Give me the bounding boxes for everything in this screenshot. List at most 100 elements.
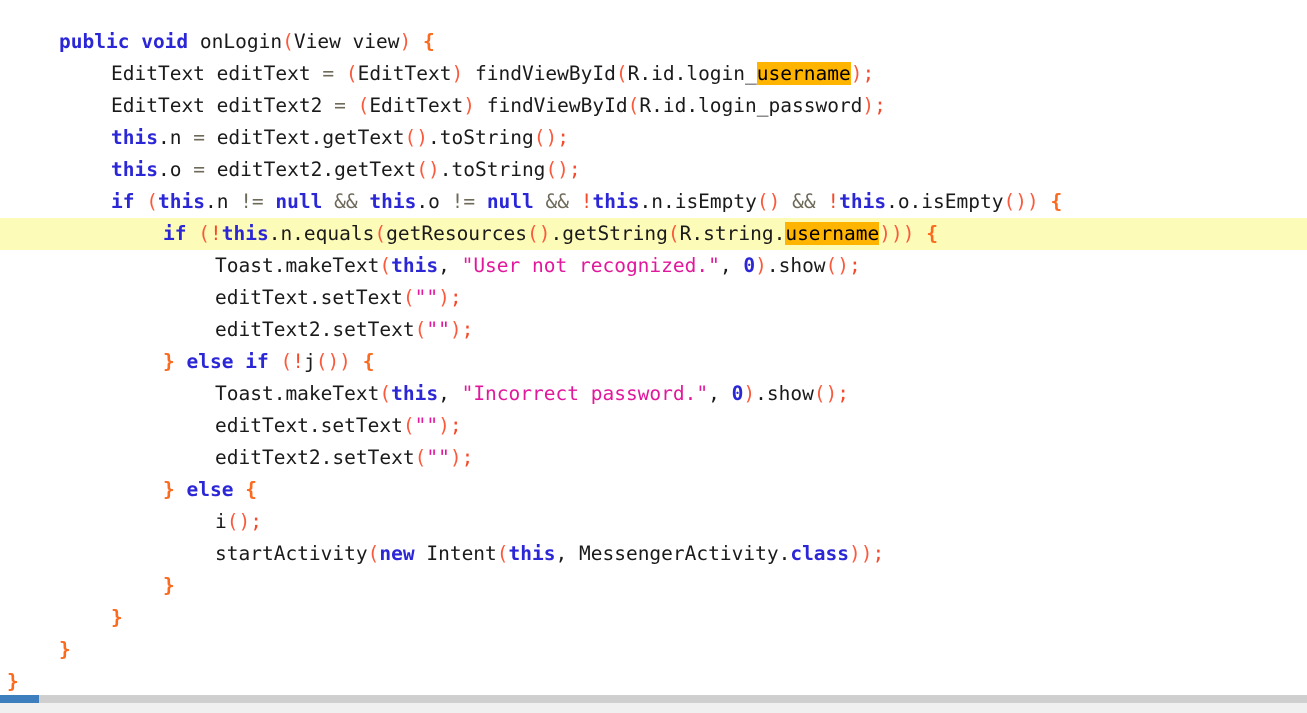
code-line[interactable]: if (!this.n.equals(getResources().getStr…	[0, 218, 1307, 250]
code-line[interactable]: } else if (!j()) {	[0, 346, 1307, 378]
code-line[interactable]: this.o = editText2.getText().toString();	[0, 154, 1307, 186]
code-token: null	[486, 190, 534, 213]
code-line[interactable]: this.n = editText.getText().toString();	[0, 122, 1307, 154]
code-token: ())	[1003, 190, 1039, 213]
code-line[interactable]: }	[0, 634, 1307, 666]
code-token: editText2.setText	[215, 318, 415, 341]
code-token: ()	[527, 222, 551, 245]
code-token: Toast.makeText	[215, 254, 380, 277]
code-line[interactable]: editText.setText("");	[0, 410, 1307, 442]
code-token: null	[275, 190, 323, 213]
code-token: ;	[461, 446, 474, 469]
code-token: this	[391, 254, 439, 277]
code-token: EditText editText	[111, 62, 323, 85]
search-match-token: username	[785, 222, 880, 245]
code-line[interactable]: editText.setText("");	[0, 282, 1307, 314]
code-token: ()	[756, 190, 781, 213]
code-token: ;	[250, 510, 262, 533]
code-token: .n.isEmpty	[639, 190, 757, 213]
code-token: ())	[315, 350, 351, 373]
code-token: onLogin	[199, 30, 283, 53]
code-token: editText2.getText	[204, 158, 417, 181]
code-token: ()	[404, 126, 429, 149]
code-token: public	[59, 30, 130, 53]
code-line[interactable]: startActivity(new Intent(this, Messenger…	[0, 538, 1307, 570]
code-token: ()	[825, 254, 850, 277]
code-token: }	[163, 478, 175, 501]
code-token: }	[7, 670, 19, 693]
code-token: (	[357, 94, 370, 117]
code-token: EditText	[369, 94, 464, 117]
code-token: !	[580, 190, 593, 213]
code-token: )	[399, 30, 412, 53]
code-line[interactable]: editText2.setText("");	[0, 314, 1307, 346]
code-token: (	[280, 350, 293, 373]
code-token: {	[926, 222, 938, 245]
code-line[interactable]: }	[0, 602, 1307, 634]
code-token: !=	[451, 190, 476, 213]
code-line[interactable]: i();	[0, 506, 1307, 538]
code-token: ()	[416, 158, 440, 181]
code-token: )))	[879, 222, 915, 245]
scrollbar-thumb[interactable]	[0, 695, 40, 703]
code-token: ;	[449, 286, 462, 309]
code-line[interactable]: } else {	[0, 474, 1307, 506]
code-line[interactable]: if (this.n != null && this.o != null && …	[0, 186, 1307, 218]
code-line[interactable]: EditText editText = (EditText) findViewB…	[0, 58, 1307, 90]
code-token: .show	[755, 382, 814, 405]
code-line[interactable]: EditText editText2 = (EditText) findView…	[0, 90, 1307, 122]
code-token: ""	[426, 446, 450, 469]
code-token: =	[193, 126, 205, 149]
code-token: !	[292, 350, 304, 373]
code-token: &&	[545, 190, 570, 213]
code-token: ()	[226, 510, 251, 533]
code-token: }	[163, 350, 175, 373]
code-token: ;	[872, 542, 885, 565]
code-line[interactable]: }	[0, 570, 1307, 602]
code-token: &&	[792, 190, 816, 213]
scrollbar-track[interactable]	[0, 695, 1307, 703]
code-token: (	[282, 30, 294, 53]
code-token: {	[423, 30, 435, 53]
horizontal-scrollbar[interactable]	[0, 695, 1307, 713]
code-token: .n	[157, 126, 194, 149]
code-token: )	[862, 94, 875, 117]
code-token: (	[198, 222, 210, 245]
code-token: if	[245, 350, 269, 373]
code-token: ;	[461, 318, 474, 341]
code-lines-container[interactable]: public void onLogin(View view) {EditText…	[0, 26, 1307, 695]
code-token: findViewById	[474, 94, 628, 117]
code-line[interactable]: }	[0, 666, 1307, 695]
code-token: .o.isEmpty	[886, 190, 1004, 213]
code-line[interactable]: public void onLogin(View view) {	[0, 26, 1307, 58]
code-editor[interactable]: public void onLogin(View view) {EditText…	[0, 0, 1307, 695]
code-token: .show	[766, 254, 826, 277]
code-line[interactable]: Toast.makeText(this, "Incorrect password…	[0, 378, 1307, 410]
code-token: View view	[293, 30, 400, 53]
code-token: (	[146, 190, 158, 213]
code-token: if	[163, 222, 187, 245]
code-token: j	[303, 350, 316, 373]
code-token: editText2.setText	[215, 446, 415, 469]
code-token: ;	[862, 62, 875, 85]
code-token: )	[438, 414, 450, 437]
code-token: findViewById	[463, 62, 616, 85]
code-token: editText.setText	[215, 286, 403, 309]
code-line[interactable]: Toast.makeText(this, "User not recognize…	[0, 250, 1307, 282]
code-token: startActivity	[215, 542, 368, 565]
code-token: i	[215, 510, 227, 533]
code-line[interactable]: editText2.setText("");	[0, 442, 1307, 474]
